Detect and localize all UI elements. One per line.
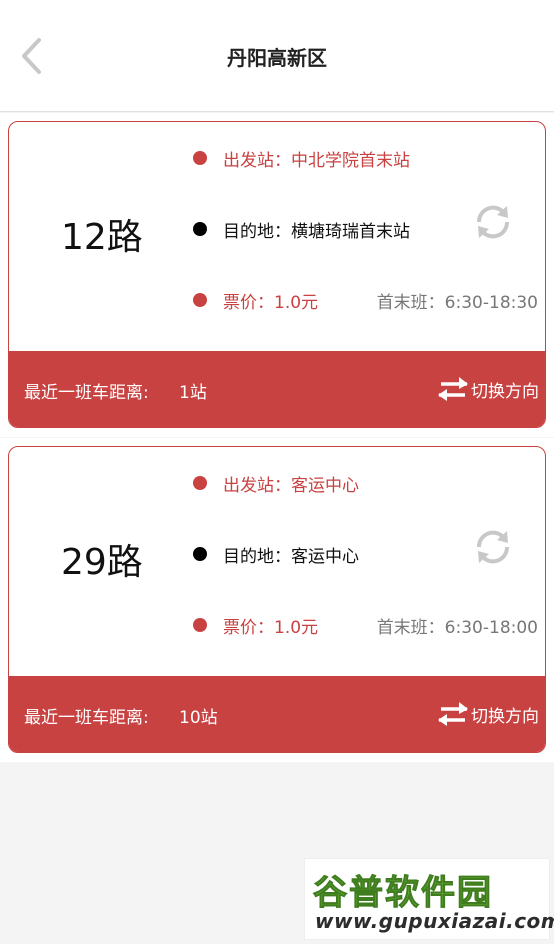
swap-arrows-icon xyxy=(438,377,468,401)
departure-dot xyxy=(193,151,207,165)
next-bus-label: 最近一班车距离: xyxy=(24,708,149,728)
card-footer: 最近一班车距离: 10站 切换方向 xyxy=(9,676,545,752)
destination-row: 目的地：横塘琦瑞首末站 xyxy=(193,217,410,242)
departure-text: 出发站：客运中心 xyxy=(223,475,359,496)
refresh-button[interactable] xyxy=(469,523,517,571)
switch-direction-button[interactable]: 切换方向 xyxy=(437,373,539,405)
schedule-text: 首末班：6:30-18:00 xyxy=(376,618,538,638)
switch-direction-label: 切换方向 xyxy=(471,706,539,727)
route-card[interactable]: 29路 出发站：客运中心 目的地：客运中心 票价：1.0元 首末班：6:30-1… xyxy=(8,446,546,753)
switch-direction-button[interactable]: 切换方向 xyxy=(437,698,539,730)
watermark-brand: 谷普软件园 xyxy=(313,873,493,914)
departure-dot xyxy=(193,476,207,490)
refresh-button[interactable] xyxy=(469,198,517,246)
refresh-icon xyxy=(476,205,510,239)
departure-row: 出发站：中北学院首末站 xyxy=(193,146,410,171)
route-card-container: 12路 出发站：中北学院首末站 目的地：横塘琦瑞首末站 票价：1.0元 首末班：… xyxy=(0,113,554,437)
fare-dot xyxy=(193,618,207,632)
watermark-url: www.gupuxiazai.com xyxy=(315,909,554,933)
departure-row: 出发站：客运中心 xyxy=(193,471,359,496)
schedule-text: 首末班：6:30-18:30 xyxy=(376,293,538,313)
destination-row: 目的地：客运中心 xyxy=(193,542,359,567)
app-screen: 丹阳高新区 12路 出发站：中北学院首末站 目的地：横塘琦瑞首末站 票价：1.0… xyxy=(0,0,554,944)
destination-text: 目的地：客运中心 xyxy=(223,546,359,567)
destination-dot xyxy=(193,547,207,561)
route-card[interactable]: 12路 出发站：中北学院首末站 目的地：横塘琦瑞首末站 票价：1.0元 首末班：… xyxy=(8,121,546,428)
destination-dot xyxy=(193,222,207,236)
watermark-logo: 谷普软件园 www.gupuxiazai.com xyxy=(304,858,554,940)
departure-text: 出发站：中北学院首末站 xyxy=(223,150,410,171)
switch-direction-label: 切换方向 xyxy=(471,381,539,402)
route-number: 12路 xyxy=(61,217,143,258)
fare-row: 票价：1.0元 xyxy=(193,288,319,313)
card-footer: 最近一班车距离: 1站 切换方向 xyxy=(9,351,545,427)
fare-text: 票价：1.0元 xyxy=(223,292,319,313)
fare-text: 票价：1.0元 xyxy=(223,617,319,638)
next-bus-label: 最近一班车距离: xyxy=(24,383,149,403)
route-card-container: 29路 出发站：客运中心 目的地：客运中心 票价：1.0元 首末班：6:30-1… xyxy=(0,438,554,762)
header-bar: 丹阳高新区 xyxy=(0,0,554,112)
destination-text: 目的地：横塘琦瑞首末站 xyxy=(223,221,410,242)
next-bus-distance: 1站 xyxy=(179,383,207,403)
swap-arrows-icon xyxy=(438,702,468,726)
page-title: 丹阳高新区 xyxy=(227,46,327,70)
next-bus-distance: 10站 xyxy=(179,708,218,728)
refresh-icon xyxy=(476,530,510,564)
route-number: 29路 xyxy=(61,542,143,583)
fare-row: 票价：1.0元 xyxy=(193,613,319,638)
fare-dot xyxy=(193,293,207,307)
